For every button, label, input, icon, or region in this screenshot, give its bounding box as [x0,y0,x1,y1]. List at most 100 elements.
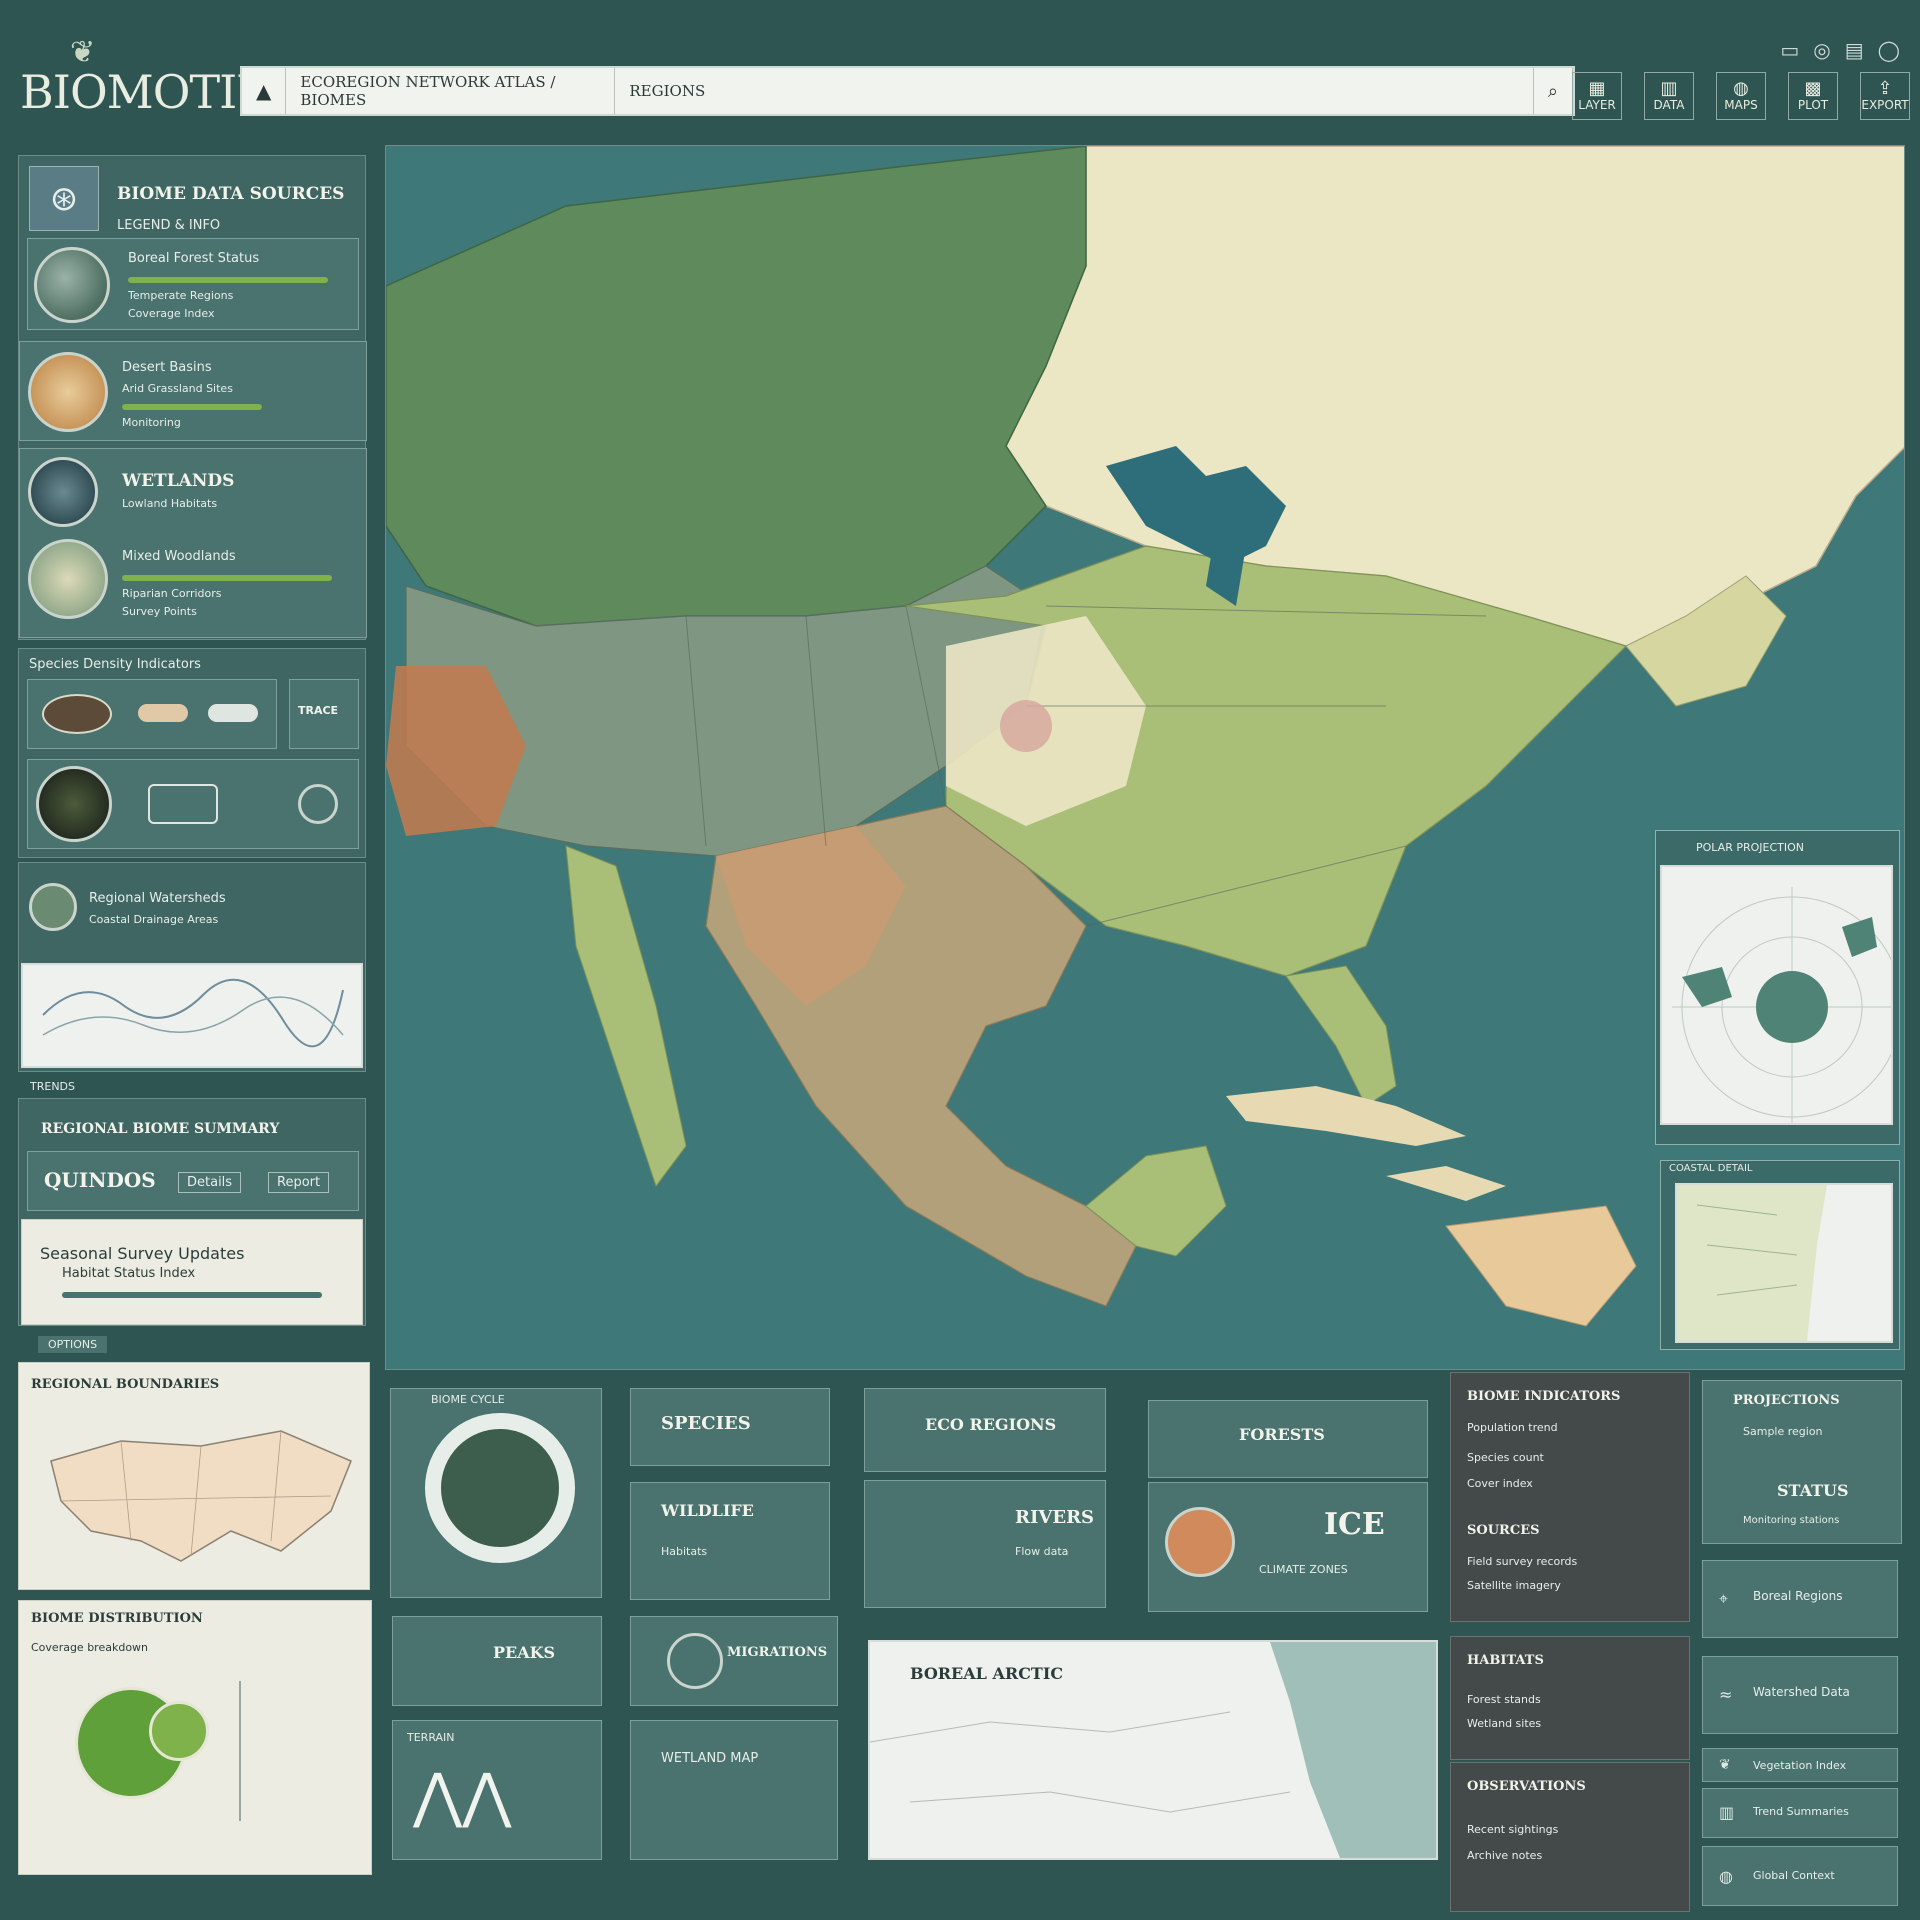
bottom-card-species[interactable]: SPECIES [630,1388,830,1466]
bottom-card-climate[interactable]: ICE CLIMATE ZONES [1148,1482,1428,1612]
section-title: Species Density Indicators [29,657,201,672]
card-big: ECO REGIONS [925,1415,1057,1434]
coastal-chart [1677,1185,1827,1341]
item-title: Boreal Forest Status [128,251,260,266]
bottom-card-wildlife[interactable]: WILDLIFE Habitats [630,1482,830,1600]
item-title: Mixed Woodlands [122,549,236,564]
card-line: Satellite imagery [1467,1579,1561,1592]
search-query[interactable]: ECOREGION NETWORK ATLAS / BIOMES [286,68,616,114]
list-item[interactable]: ❦ Vegetation Index [1702,1748,1898,1782]
toolbar-plot-button[interactable]: ▩ PLOT [1788,72,1838,120]
bottom-card-ecoregions[interactable]: ECO REGIONS [864,1388,1106,1472]
bottom-card-rivers[interactable]: RIVERS Flow data [864,1480,1106,1608]
water-icon: ≈ [1719,1685,1733,1704]
progress-bar [122,404,262,410]
globe-icon: ◍ [1719,1867,1733,1886]
close-icon[interactable]: ◯ [1878,38,1900,62]
bottom-card-wetland-map[interactable]: WETLAND MAP [630,1720,838,1860]
search-icon[interactable]: ⌕ [1532,68,1573,114]
trace-tag: TRACE [298,704,339,717]
wetland-thumbnail [28,457,98,527]
search-filter[interactable]: REGIONS [615,68,1533,114]
inset-coastal-panel[interactable]: COASTAL DETAIL [1660,1160,1900,1350]
species-card[interactable] [27,759,359,849]
species-card[interactable] [27,679,277,749]
report-button[interactable]: Report [268,1172,330,1193]
legend-lines [239,1681,339,1821]
card-big: PEAKS [493,1643,556,1662]
right-dark-indicators[interactable]: BIOME INDICATORS Population trend Specie… [1450,1372,1690,1622]
inset-polar-panel[interactable]: POLAR PROJECTION [1655,830,1903,1145]
toolbar-data-button[interactable]: ▥ DATA [1644,72,1694,120]
card-line: Recent sightings [1467,1823,1559,1836]
card-line: Species count [1467,1451,1544,1464]
list-item[interactable]: ≈ Watershed Data [1702,1656,1898,1734]
coastal-detail-map[interactable] [1675,1183,1893,1343]
card-line: Archive notes [1467,1849,1543,1862]
polar-projection-map[interactable] [1660,865,1903,1125]
inset-title: COASTAL DETAIL [1669,1163,1753,1174]
desert-thumbnail [28,352,108,432]
bottom-card-peaks[interactable]: PEAKS [392,1616,602,1706]
mini-us-map [50,1430,352,1562]
item-title: WETLANDS [122,471,235,491]
mountain-icon: ⋀⋀ [413,1761,512,1831]
list-item[interactable]: ◍ Global Context [1702,1846,1898,1906]
chart-title: TRENDS [30,1080,75,1093]
right-list: ⌖ Boreal Regions ≈ Watershed Data ❦ Vege… [1702,1560,1902,1912]
mini-map-distribution[interactable]: BIOME DISTRIBUTION Coverage breakdown [18,1600,372,1875]
right-teal-projections[interactable]: PROJECTIONS Sample region STATUS Monitor… [1702,1380,1902,1544]
layers-icon: ▦ [1588,78,1606,99]
search-bar[interactable]: ▲ ECOREGION NETWORK ATLAS / BIOMES REGIO… [240,66,1575,116]
card-title: CLIMATE ZONES [1259,1563,1348,1576]
list-label: Trend Summaries [1753,1805,1849,1818]
bottom-card-terrain[interactable]: TERRAIN ⋀⋀ [392,1720,602,1860]
summary-card[interactable]: QUINDOS Details Report [27,1151,359,1211]
bottom-card-forests[interactable]: FORESTS [1148,1400,1428,1478]
pin-icon: ⌖ [1719,1589,1729,1608]
right-dark-observations[interactable]: OBSERVATIONS Recent sightings Archive no… [1450,1762,1690,1912]
settings-icon[interactable]: ◎ [1813,38,1830,62]
summary-label: QUINDOS [44,1168,156,1192]
card-sub: Flow data [1015,1545,1069,1558]
bottom-card-migrations[interactable]: MIGRATIONS [630,1616,838,1706]
item-title: Desert Basins [122,360,212,375]
right-dark-habitats[interactable]: HABITATS Forest stands Wetland sites [1450,1636,1690,1760]
item-line: Lowland Habitats [122,497,218,510]
sidebar-section-summary: REGIONAL BIOME SUMMARY QUINDOS Details R… [18,1098,366,1326]
list-label: Global Context [1753,1869,1835,1882]
list-item[interactable]: Boreal Forest Status Temperate Regions C… [27,238,359,330]
list-item[interactable]: ⌖ Boreal Regions [1702,1560,1898,1638]
toolbar-layer-button[interactable]: ▦ LAYER [1572,72,1622,120]
toolbar-export-button[interactable]: ⇪ EXPORT [1860,72,1910,120]
card-title: OBSERVATIONS [1467,1779,1586,1794]
bottom-card-cycle[interactable]: BIOME CYCLE [390,1388,602,1598]
item-line: Arid Grassland Sites [122,382,233,395]
trace-card[interactable]: TRACE [289,679,359,749]
chart-icon [148,784,218,824]
options-label[interactable]: OPTIONS [38,1336,108,1353]
card-big: FORESTS [1239,1425,1325,1444]
cycle-icon [425,1413,575,1563]
list-item[interactable]: Desert Basins Arid Grassland Sites Monit… [19,341,367,441]
sidebar-section-biome-sources: ⊛ BIOME DATA SOURCES LEGEND & INFO Borea… [18,155,367,640]
bottom-map-boreal[interactable]: BOREAL ARCTIC [868,1640,1438,1860]
list-item[interactable]: ▥ Trend Summaries [1702,1788,1898,1838]
details-button[interactable]: Details [178,1172,242,1193]
sidebar-section-watersheds: Regional Watersheds Coastal Drainage Are… [18,862,366,1072]
card-big: ICE [1324,1507,1385,1542]
satellite-icon: ⊛ [29,166,99,231]
list-label: Boreal Regions [1753,1589,1843,1603]
list-item[interactable]: WETLANDS Lowland Habitats Mixed Woodland… [19,448,367,638]
migration-icon [667,1633,723,1689]
mini-map-boundaries[interactable]: REGIONAL BOUNDARIES [18,1362,370,1590]
item-line: Survey Points [122,605,197,618]
minimize-icon[interactable]: ▭ [1780,38,1799,62]
section-title: BIOME DATA SOURCES [117,184,345,204]
toolbar-maps-button[interactable]: ◍ MAPS [1716,72,1766,120]
layers-icon[interactable]: ▤ [1845,38,1864,62]
chart-icon: ▥ [1719,1803,1735,1822]
mountain-icon[interactable]: ▲ [242,68,287,114]
progress-bar [122,575,332,581]
section-title: REGIONAL BIOME SUMMARY [41,1121,280,1137]
